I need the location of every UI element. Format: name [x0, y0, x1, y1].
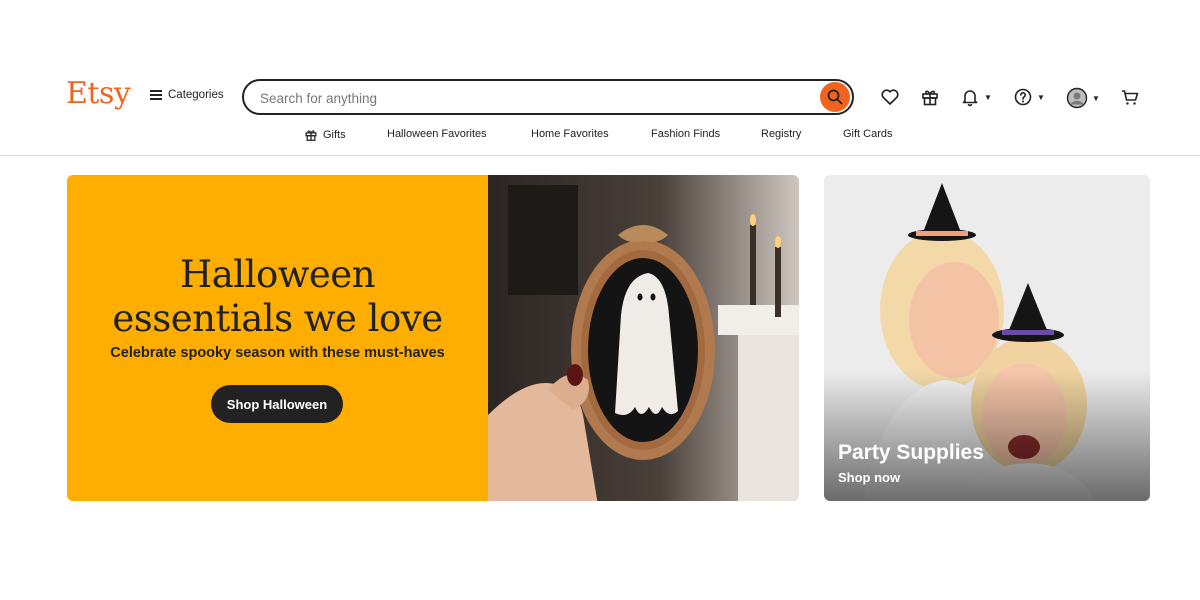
ghost-frame-image[interactable]: [488, 175, 799, 501]
nav-label: Gifts: [323, 129, 346, 141]
site-header: Etsy Categories ▼: [0, 0, 1200, 156]
hero-title: Halloween essentials we love: [67, 253, 488, 341]
help-button[interactable]: ▼: [1013, 87, 1045, 107]
nav-label: Fashion Finds: [651, 128, 721, 140]
shop-halloween-button[interactable]: Shop Halloween: [211, 385, 343, 423]
cart-button[interactable]: [1120, 87, 1140, 107]
nav-item-gifts[interactable]: Gifts: [304, 128, 346, 142]
party-supplies-card[interactable]: Party Supplies Shop now: [824, 175, 1150, 501]
categories-label: Categories: [168, 89, 224, 101]
hero-title-line2: essentials we love: [112, 297, 443, 340]
chevron-down-icon: ▼: [1037, 92, 1045, 102]
chevron-down-icon: ▼: [1092, 93, 1100, 103]
gift-icon: [922, 90, 938, 106]
favorites-button[interactable]: [880, 87, 900, 107]
shop-now-link[interactable]: Shop now: [838, 470, 900, 485]
account-button[interactable]: ▼: [1066, 87, 1100, 109]
hero-subtitle: Celebrate spooky season with these must-…: [110, 345, 445, 361]
heart-icon: [881, 89, 899, 105]
menu-icon: [150, 90, 162, 100]
search-input[interactable]: [258, 81, 802, 115]
nav-label: Home Favorites: [531, 128, 609, 140]
nav-label: Halloween Favorites: [387, 128, 487, 140]
gifts-button[interactable]: [920, 87, 940, 107]
search-button[interactable]: [820, 82, 850, 112]
search-bar: [242, 79, 854, 115]
gift-icon: [305, 130, 317, 141]
chevron-down-icon: ▼: [984, 92, 992, 102]
categories-button[interactable]: Categories: [150, 89, 224, 101]
help-icon: [1014, 88, 1032, 106]
nav-label: Registry: [761, 128, 802, 140]
bell-icon: [962, 90, 978, 107]
hero-banner: Halloween essentials we love Celebrate s…: [67, 175, 799, 501]
nav-item-registry[interactable]: Registry: [761, 128, 801, 140]
nav-item-home-favorites[interactable]: Home Favorites: [531, 128, 609, 140]
hero-text-panel: Halloween essentials we love Celebrate s…: [67, 175, 488, 501]
search-icon: [827, 89, 843, 105]
cart-icon: [1122, 90, 1139, 105]
nav-item-gift-cards[interactable]: Gift Cards: [843, 128, 893, 140]
nav-item-halloween-favorites[interactable]: Halloween Favorites: [387, 128, 487, 140]
hero-title-line1: Halloween: [179, 253, 376, 296]
notifications-button[interactable]: ▼: [960, 87, 992, 107]
card-title: Party Supplies: [838, 441, 984, 464]
nav-label: Gift Cards: [843, 128, 893, 140]
nav-item-fashion-finds[interactable]: Fashion Finds: [651, 128, 720, 140]
account-icon: [1066, 87, 1088, 109]
etsy-logo[interactable]: Etsy: [66, 76, 131, 111]
